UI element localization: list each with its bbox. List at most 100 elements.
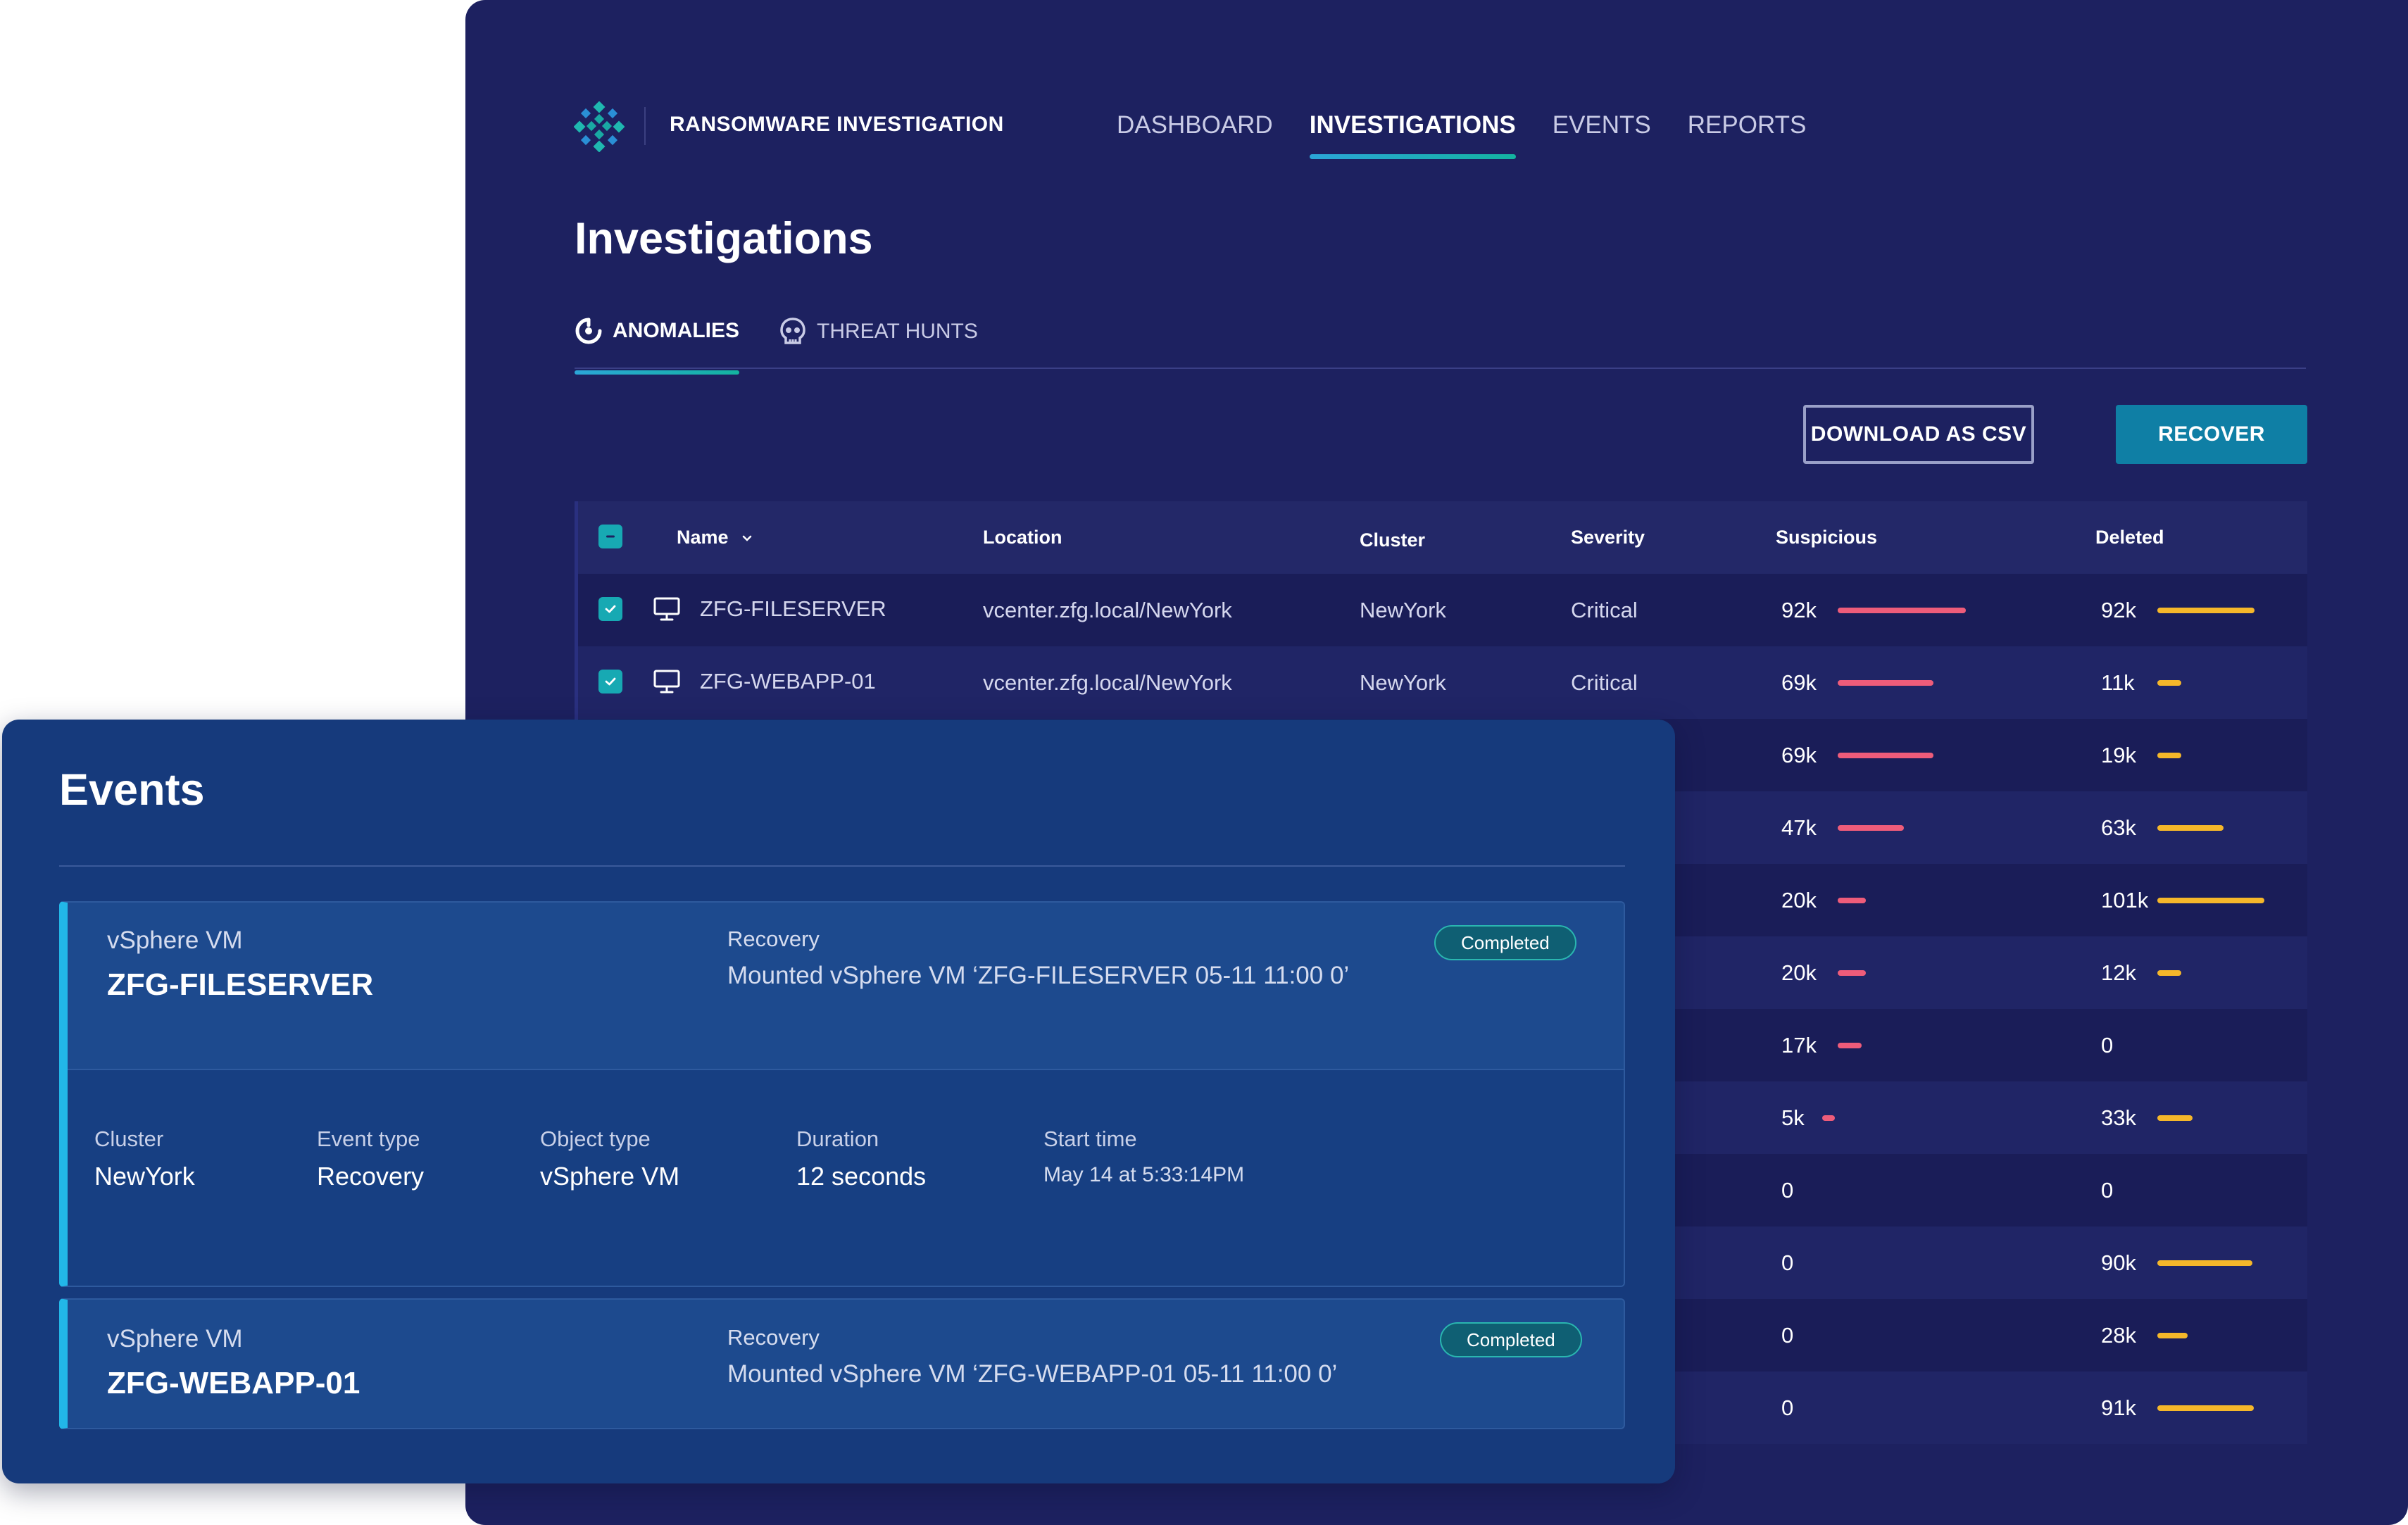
logo-divider	[644, 107, 646, 145]
row-severity: Critical	[1571, 670, 1638, 695]
header-name-label: Name	[677, 527, 729, 548]
event-message: Mounted vSphere VM ‘ZFG-FILESERVER 05-11…	[727, 962, 1350, 989]
event-kind: Recovery	[727, 927, 820, 951]
table-row[interactable]: ZFG-WEBAPP-01 vcenter.zfg.local/NewYork Ne…	[575, 646, 2307, 719]
suspicious-bar	[1838, 608, 1966, 613]
header-cluster: Cluster	[1360, 529, 1426, 551]
events-title: Events	[59, 765, 205, 815]
app-title: RANSOMWARE INVESTIGATION	[670, 113, 1004, 136]
main-nav: DASHBOARD INVESTIGATIONS EVENTS REPORTS	[1117, 111, 1807, 159]
row-cluster: NewYork	[1360, 598, 1446, 622]
deleted-bar	[2157, 608, 2255, 613]
minus-icon	[606, 535, 615, 538]
row-deleted: 91k	[2101, 1395, 2136, 1420]
suspicious-bar	[1838, 1043, 1862, 1048]
detail-object-type-label: Object type	[540, 1127, 651, 1151]
deleted-bar	[2157, 1405, 2254, 1411]
events-divider	[59, 865, 1625, 867]
event-card-details: Cluster NewYork Event type Recovery Obje…	[68, 1069, 1624, 1286]
event-object-name: ZFG-FILESERVER	[107, 967, 374, 1002]
header-name[interactable]: Name	[677, 527, 753, 548]
suspicious-bar	[1838, 753, 1933, 758]
nav-reports[interactable]: REPORTS	[1688, 111, 1807, 139]
suspicious-bar	[1822, 1115, 1835, 1121]
detail-cluster-value: NewYork	[94, 1162, 195, 1191]
row-deleted: 0	[2101, 1033, 2114, 1058]
tab-anomalies[interactable]: ANOMALIES	[575, 317, 739, 375]
tab-threat-hunts-label: THREAT HUNTS	[817, 320, 978, 343]
nav-dashboard[interactable]: DASHBOARD	[1117, 111, 1273, 139]
event-card-summary: vSphere VM ZFG-FILESERVER Recovery Mount…	[68, 903, 1624, 1069]
row-suspicious: 5k	[1781, 1105, 1805, 1130]
deleted-bar	[2157, 825, 2224, 831]
deleted-bar	[2157, 970, 2181, 976]
nav-events[interactable]: EVENTS	[1553, 111, 1651, 139]
event-kind: Recovery	[727, 1325, 820, 1350]
row-name[interactable]: ZFG-WEBAPP-01	[700, 669, 876, 694]
nav-investigations[interactable]: INVESTIGATIONS	[1309, 111, 1516, 159]
header-suspicious: Suspicious	[1776, 527, 1878, 548]
suspicious-bar	[1838, 680, 1933, 686]
row-cluster: NewYork	[1360, 670, 1446, 695]
row-checkbox[interactable]	[598, 597, 622, 621]
row-checkbox[interactable]	[598, 670, 622, 694]
subtabs: ANOMALIES THREAT HUNTS	[575, 317, 2306, 375]
row-suspicious: 17k	[1781, 1033, 1817, 1058]
deleted-bar	[2157, 680, 2181, 686]
tab-threat-hunts[interactable]: THREAT HUNTS	[779, 317, 978, 346]
row-suspicious: 0	[1781, 1178, 1794, 1203]
row-deleted: 33k	[2101, 1105, 2136, 1130]
row-deleted: 101k	[2101, 888, 2149, 912]
check-icon	[605, 677, 616, 686]
detail-start-time-value: May 14 at 5:33:14PM	[1043, 1163, 1245, 1186]
page-title: Investigations	[575, 214, 873, 263]
event-object-type: vSphere VM	[107, 927, 243, 954]
detail-object-type-value: vSphere VM	[540, 1162, 680, 1191]
monitor-icon	[653, 670, 680, 694]
detail-event-type-value: Recovery	[317, 1162, 425, 1191]
suspicious-bar	[1838, 898, 1866, 903]
suspicious-bar	[1838, 825, 1904, 831]
status-badge: Completed	[1434, 925, 1576, 960]
row-deleted: 92k	[2101, 598, 2136, 622]
table-row[interactable]: ZFG-FILESERVER vcenter.zfg.local/NewYork N…	[575, 574, 2307, 646]
row-deleted: 28k	[2101, 1323, 2136, 1348]
detail-duration-value: 12 seconds	[796, 1162, 927, 1191]
skull-icon	[780, 318, 805, 344]
row-suspicious: 0	[1781, 1395, 1794, 1420]
detail-cluster-label: Cluster	[94, 1127, 164, 1151]
deleted-bar	[2157, 1115, 2193, 1121]
row-deleted: 11k	[2101, 670, 2135, 695]
deleted-bar	[2157, 1260, 2252, 1266]
suspicious-bar	[1838, 970, 1866, 976]
row-location: vcenter.zfg.local/NewYork	[983, 598, 1232, 622]
row-suspicious: 0	[1781, 1323, 1794, 1348]
download-csv-button[interactable]: DOWNLOAD AS CSV	[1803, 405, 2034, 464]
row-severity: Critical	[1571, 598, 1638, 622]
row-suspicious: 69k	[1781, 743, 1817, 767]
event-card[interactable]: vSphere VM ZFG-WEBAPP-01 Recovery Mounte…	[59, 1298, 1625, 1429]
tab-anomalies-label: ANOMALIES	[613, 319, 739, 342]
monitor-icon	[653, 597, 680, 621]
event-object-type: vSphere VM	[107, 1325, 243, 1353]
event-message: Mounted vSphere VM ‘ZFG-WEBAPP-01 05-11 …	[727, 1360, 1338, 1388]
status-badge: Completed	[1440, 1322, 1582, 1357]
detail-duration-label: Duration	[796, 1127, 879, 1151]
recover-button[interactable]: RECOVER	[2116, 405, 2307, 464]
select-all-checkbox[interactable]	[598, 525, 622, 548]
deleted-bar	[2157, 753, 2181, 758]
row-suspicious: 20k	[1781, 888, 1817, 912]
header-deleted: Deleted	[2095, 527, 2164, 548]
anomalies-icon	[575, 318, 602, 344]
chevron-down-icon	[742, 535, 752, 541]
row-deleted: 63k	[2101, 815, 2136, 840]
row-suspicious: 20k	[1781, 960, 1817, 985]
detail-event-type-label: Event type	[317, 1127, 420, 1151]
deleted-bar	[2157, 1333, 2188, 1338]
row-suspicious: 69k	[1781, 670, 1817, 695]
row-name[interactable]: ZFG-FILESERVER	[700, 596, 886, 622]
row-deleted: 0	[2101, 1178, 2114, 1203]
detail-start-time-label: Start time	[1043, 1127, 1137, 1151]
row-deleted: 19k	[2101, 743, 2136, 767]
event-card[interactable]: vSphere VM ZFG-FILESERVER Recovery Mount…	[59, 901, 1625, 1287]
